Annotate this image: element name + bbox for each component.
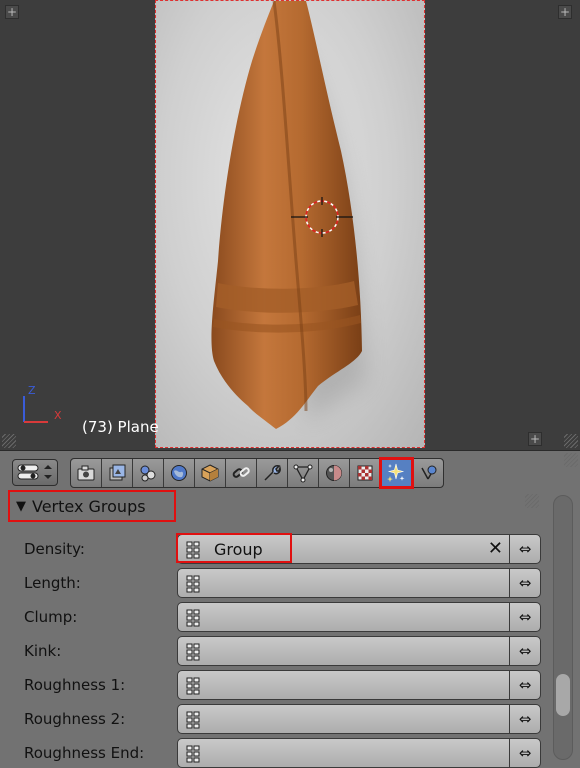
roughness-end-group-field[interactable] [177,738,510,768]
vertex-group-icon [186,711,200,729]
vertex-group-icon [186,677,200,695]
clump-group-field[interactable] [177,602,510,632]
vertex-groups-panel-header[interactable]: ▼ Vertex Groups [8,490,176,522]
tab-object-data[interactable] [288,459,319,487]
density-highlight-box [176,533,292,563]
particles-icon [387,463,405,482]
viewport-corner-hatch-left[interactable] [2,434,16,448]
camera-render-frame [155,0,425,448]
invert-toggle-button[interactable]: ⇔ [509,704,541,734]
invert-toggle-button[interactable]: ⇔ [509,636,541,666]
viewport-split-top-right[interactable]: + [558,5,572,19]
3d-viewport[interactable]: + + + Z X (73) Plane [0,0,580,450]
tab-texture[interactable] [350,459,381,487]
row-label: Roughness 1: [24,676,126,694]
render-layers-icon [109,464,126,481]
vertex-group-row-clump: Clump: ⇔ [0,602,580,632]
panel-scrollbar[interactable] [553,495,573,760]
tab-material[interactable] [319,459,350,487]
row-label: Density: [24,540,85,558]
tab-render[interactable] [71,459,102,487]
row-label: Roughness 2: [24,710,126,728]
axis-x-label: X [54,409,62,422]
vertex-group-row-roughness-end: Roughness End: ⇔ [0,738,580,768]
render-camera-icon [77,465,95,481]
towel-image [211,0,366,429]
row-label: Length: [24,574,81,592]
vertex-group-icon [186,609,200,627]
vertex-groups-panel: ▼ Vertex Groups Density: Group ✕ ⇔ Lengt… [0,490,580,768]
tab-object[interactable] [195,459,226,487]
viewport-split-top-left[interactable]: + [5,5,19,19]
object-icon [201,464,219,482]
active-object-label: (73) Plane [82,418,159,436]
world-icon [171,465,187,481]
roughness-1-group-field[interactable] [177,670,510,700]
panel-title: Vertex Groups [32,496,146,516]
tab-modifiers[interactable] [257,459,288,487]
tab-scene[interactable] [133,459,164,487]
axis-gizmo: Z X [23,384,62,423]
header-corner-hatch[interactable] [564,453,578,467]
tab-constraints[interactable] [226,459,257,487]
editor-type-icon [17,464,52,480]
collapse-triangle-icon: ▼ [16,498,26,514]
object-data-mesh-icon [293,464,313,483]
row-label: Roughness End: [24,744,145,762]
constraints-icon [232,467,250,478]
row-label: Kink: [24,642,62,660]
material-icon [326,465,342,481]
length-group-field[interactable] [177,568,510,598]
invert-toggle-button[interactable]: ⇔ [509,568,541,598]
vertex-group-icon [186,745,200,763]
invert-toggle-button[interactable]: ⇔ [509,738,541,768]
texture-icon [357,465,373,481]
vertex-group-icon [186,575,200,593]
invert-toggle-button[interactable]: ⇔ [509,602,541,632]
scrollbar-thumb[interactable] [556,674,570,716]
roughness-2-group-field[interactable] [177,704,510,734]
axis-z-label: Z [28,384,36,397]
modifiers-wrench-icon [264,465,281,481]
invert-toggle-button[interactable]: ⇔ [509,670,541,700]
tab-world[interactable] [164,459,195,487]
panel-drag-hatch[interactable] [525,494,539,508]
editor-type-button[interactable] [12,459,58,486]
viewport-split-bottom-right[interactable]: + [528,432,542,446]
viewport-corner-hatch-right[interactable] [564,434,578,448]
vertex-group-icon [186,643,200,661]
physics-icon [420,465,436,480]
scene-icon [140,465,156,482]
vertex-group-row-length: Length: ⇔ [0,568,580,598]
invert-toggle-button[interactable]: ⇔ [509,534,541,564]
kink-group-field[interactable] [177,636,510,666]
vertex-group-row-roughness-2: Roughness 2: ⇔ [0,704,580,734]
vertex-group-row-roughness-1: Roughness 1: ⇔ [0,670,580,700]
properties-header [0,450,580,490]
properties-context-tabs [70,457,444,489]
tab-render-layers[interactable] [102,459,133,487]
clear-x-icon[interactable]: ✕ [488,538,503,559]
tab-particles[interactable] [379,457,414,489]
vertex-group-row-kink: Kink: ⇔ [0,636,580,666]
tab-physics[interactable] [412,459,443,487]
row-label: Clump: [24,608,78,626]
